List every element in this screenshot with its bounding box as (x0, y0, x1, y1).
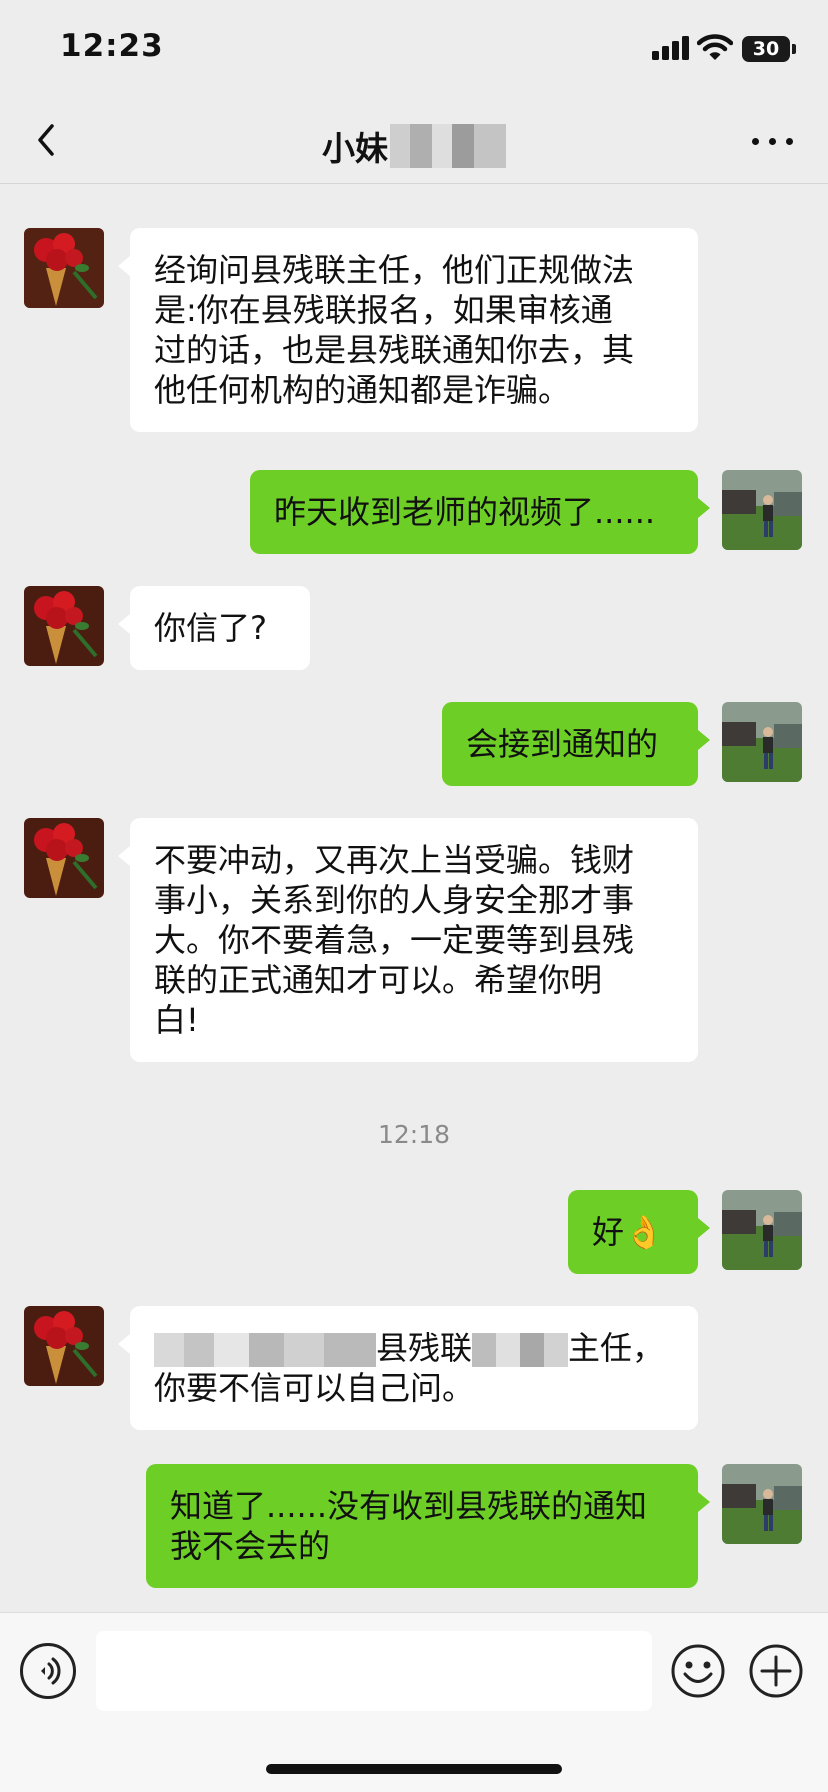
message-text-part: 主任， (568, 1329, 665, 1367)
voice-icon[interactable] (20, 1643, 76, 1699)
title-wrap: 小妹 (0, 122, 828, 170)
battery-icon: 30 (742, 36, 790, 62)
message-bubble-incoming[interactable]: 不要冲动，又再次上当受骗。钱财 事小，关系到你的人身安全那才事 大。你不要着急，… (118, 818, 698, 1062)
message-input[interactable] (96, 1631, 652, 1711)
emoji-icon[interactable] (670, 1643, 726, 1699)
message-bubble-outgoing[interactable]: 会接到通知的 (442, 702, 710, 786)
my-avatar[interactable] (722, 470, 802, 550)
chat-timestamp: 12:18 (377, 1120, 451, 1149)
my-avatar[interactable] (722, 1190, 802, 1270)
chat-title: 小妹 (322, 129, 388, 168)
plus-icon[interactable] (748, 1643, 804, 1699)
cellular-signal-icon (652, 36, 690, 60)
message-text-part: 县残联 (376, 1329, 473, 1367)
contact-avatar[interactable] (24, 818, 104, 898)
status-bar: 12:23 30 (0, 0, 828, 100)
message-text-part: 你要不信可以自己问。 (154, 1369, 475, 1407)
my-avatar[interactable] (722, 702, 802, 782)
redaction-mosaic (154, 1333, 376, 1367)
message-bubble-incoming[interactable]: 经询问县残联主任，他们正规做法 是:你在县残联报名，如果审核通 过的话，也是县残… (118, 228, 698, 432)
message-bubble-outgoing[interactable]: 好👌 (568, 1190, 710, 1274)
chat-header: 小妹 (0, 100, 828, 184)
wifi-icon (696, 32, 734, 62)
more-horizontal-icon[interactable] (748, 118, 798, 162)
message-bubble-incoming[interactable]: 县残联 主任， 你要不信可以自己问。 (118, 1306, 698, 1430)
battery-nub (792, 44, 796, 54)
home-indicator (266, 1764, 562, 1774)
contact-avatar[interactable] (24, 228, 104, 308)
contact-avatar[interactable] (24, 586, 104, 666)
message-bubble-outgoing[interactable]: 知道了......没有收到县残联的通知 我不会去的 (146, 1464, 710, 1588)
my-avatar[interactable] (722, 1464, 802, 1544)
message-bubble-outgoing[interactable]: 昨天收到老师的视频了...... (250, 470, 710, 554)
contact-avatar[interactable] (24, 1306, 104, 1386)
message-bubble-incoming[interactable]: 你信了? (118, 586, 310, 670)
redaction-mosaic (472, 1333, 569, 1367)
redaction-mosaic (390, 124, 506, 168)
status-time: 12:23 (60, 28, 164, 64)
